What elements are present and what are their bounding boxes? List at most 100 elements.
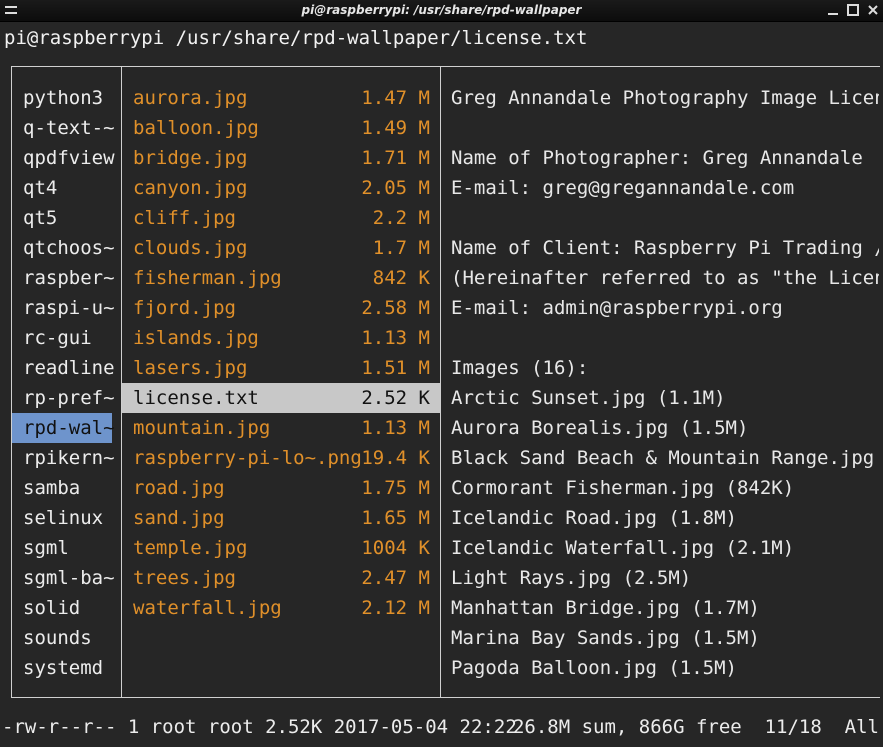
file-list[interactable]: aurora.jpg 1.47 M balloon.jpg 1.49 M bridge.…: [122, 83, 440, 623]
file-name: road.jpg: [133, 477, 225, 499]
preview-line: (Hereinafter referred to as "the Licen: [449, 263, 879, 293]
frame-top-border: [11, 66, 880, 67]
close-icon[interactable]: [866, 3, 880, 17]
preview-line: Aurora Borealis.jpg (1.5M): [449, 413, 879, 443]
directory-item[interactable]: selinux: [12, 503, 120, 533]
file-item[interactable]: temple.jpg 1004 K: [122, 533, 440, 563]
file-item[interactable]: sand.jpg 1.65 M: [122, 503, 440, 533]
file-item[interactable]: clouds.jpg 1.7 M: [122, 233, 440, 263]
directory-item[interactable]: q-text-~: [12, 113, 120, 143]
file-item[interactable]: road.jpg 1.75 M: [122, 473, 440, 503]
file-name: aurora.jpg: [133, 87, 248, 109]
window-title: pi@raspberrypi: /usr/share/rpd-wallpaper: [301, 3, 582, 17]
directory-item-selected[interactable]: rpd-wal~: [12, 413, 115, 443]
preview-line-text: Images (16):: [451, 357, 589, 379]
file-item[interactable]: cliff.jpg 2.2 M: [122, 203, 440, 233]
directory-item[interactable]: qt4: [12, 173, 120, 203]
directory-item[interactable]: qt5: [12, 203, 120, 233]
preview-line-text: Icelandic Waterfall.jpg (2.1M): [451, 537, 795, 559]
directory-item[interactable]: raspi-u~: [12, 293, 120, 323]
preview-line: [449, 323, 879, 353]
preview-line: E-mail: greg@gregannandale.com: [449, 173, 879, 203]
file-preview[interactable]: Greg Annandale Photography Image Licen Na…: [449, 83, 879, 683]
preview-line: Pagoda Balloon.jpg (1.5M): [449, 653, 879, 683]
preview-line: Name of Client: Raspberry Pi Trading /: [449, 233, 879, 263]
directory-item[interactable]: sgml-ba~: [12, 563, 120, 593]
file-item[interactable]: waterfall.jpg 2.12 M: [122, 593, 440, 623]
file-item[interactable]: islands.jpg 1.13 M: [122, 323, 440, 353]
terminal-window: pi@raspberrypi: /usr/share/rpd-wallpaper…: [0, 0, 883, 747]
file-name: canyon.jpg: [133, 177, 248, 199]
directory-name: samba: [23, 477, 81, 499]
file-size: 1.71 M: [361, 147, 430, 169]
preview-line-text: Aurora Borealis.jpg (1.5M): [451, 417, 749, 439]
file-name: clouds.jpg: [133, 237, 248, 259]
minimize-icon[interactable]: [826, 3, 840, 17]
title-bar[interactable]: pi@raspberrypi: /usr/share/rpd-wallpaper: [0, 0, 883, 22]
directory-item[interactable]: rpikern~: [12, 443, 120, 473]
file-item[interactable]: canyon.jpg 2.05 M: [122, 173, 440, 203]
directory-item[interactable]: rc-gui: [12, 323, 120, 353]
file-item[interactable]: lasers.jpg 1.51 M: [122, 353, 440, 383]
directory-name: sgml-ba~: [23, 567, 115, 589]
file-size: 2.2 M: [372, 207, 430, 229]
preview-line: Images (16):: [449, 353, 879, 383]
file-size: 1.49 M: [361, 117, 430, 139]
directory-item[interactable]: qpdfview: [12, 143, 120, 173]
directory-name: solid: [23, 597, 81, 619]
directory-name: rpikern~: [23, 447, 115, 469]
file-item[interactable]: fisherman.jpg 842 K: [122, 263, 440, 293]
directory-item[interactable]: samba: [12, 473, 120, 503]
file-name: balloon.jpg: [133, 117, 259, 139]
file-name: bridge.jpg: [133, 147, 248, 169]
file-name: temple.jpg: [133, 537, 248, 559]
file-size: 1004 K: [361, 537, 430, 559]
column-divider-2: [440, 66, 441, 698]
directory-name: rpd-wal~: [23, 417, 115, 439]
file-item[interactable]: raspberry-pi-lo~.png 19.4 K: [122, 443, 440, 473]
file-item[interactable]: bridge.jpg 1.71 M: [122, 143, 440, 173]
preview-line-text: (Hereinafter referred to as "the Licen: [451, 267, 879, 289]
file-name: sand.jpg: [133, 507, 225, 529]
file-name: islands.jpg: [133, 327, 259, 349]
parent-directory-list[interactable]: python3 q-text-~ qpdfview qt4 qt5 qtchoos~ ras…: [12, 83, 120, 683]
directory-name: raspi-u~: [23, 297, 115, 319]
preview-line: Cormorant Fisherman.jpg (842K): [449, 473, 879, 503]
maximize-icon[interactable]: [846, 3, 860, 17]
file-size: 2.12 M: [361, 597, 430, 619]
directory-item[interactable]: raspber~: [12, 263, 120, 293]
directory-name: qtchoos~: [23, 237, 115, 259]
directory-name: selinux: [23, 507, 104, 529]
file-item[interactable]: fjord.jpg 2.58 M: [122, 293, 440, 323]
preview-line-text: Name of Client: Raspberry Pi Trading /: [451, 237, 879, 259]
file-size: 2.52 K: [361, 387, 430, 409]
file-size: 1.75 M: [361, 477, 430, 499]
directory-name: readline: [23, 357, 115, 379]
directory-item[interactable]: systemd: [12, 653, 120, 683]
directory-item[interactable]: solid: [12, 593, 120, 623]
directory-name: systemd: [23, 657, 104, 679]
directory-item[interactable]: python3: [12, 83, 120, 113]
directory-name: qt5: [23, 207, 58, 229]
preview-line: Name of Photographer: Greg Annandale: [449, 143, 879, 173]
file-item-current[interactable]: license.txt 2.52 K: [122, 383, 440, 413]
directory-name: rc-gui: [23, 327, 92, 349]
directory-item[interactable]: sounds: [12, 623, 120, 653]
preview-line-text: Pagoda Balloon.jpg (1.5M): [451, 657, 737, 679]
file-item[interactable]: aurora.jpg 1.47 M: [122, 83, 440, 113]
preview-line-text: Cormorant Fisherman.jpg (842K): [451, 477, 795, 499]
file-item[interactable]: trees.jpg 2.47 M: [122, 563, 440, 593]
directory-item[interactable]: qtchoos~: [12, 233, 120, 263]
file-item[interactable]: mountain.jpg 1.13 M: [122, 413, 440, 443]
preview-line: [449, 203, 879, 233]
directory-item[interactable]: sgml: [12, 533, 120, 563]
file-size: 1.47 M: [361, 87, 430, 109]
directory-item[interactable]: rp-pref~: [12, 383, 120, 413]
file-size: 1.13 M: [361, 417, 430, 439]
preview-line-text: Greg Annandale Photography Image Licen: [451, 87, 879, 109]
directory-name: qt4: [23, 177, 58, 199]
preview-line: Icelandic Road.jpg (1.8M): [449, 503, 879, 533]
status-file-info: -rw-r--r-- 1 root root 2.52K 2017-05-04 …: [2, 716, 517, 738]
file-item[interactable]: balloon.jpg 1.49 M: [122, 113, 440, 143]
directory-item[interactable]: readline: [12, 353, 120, 383]
